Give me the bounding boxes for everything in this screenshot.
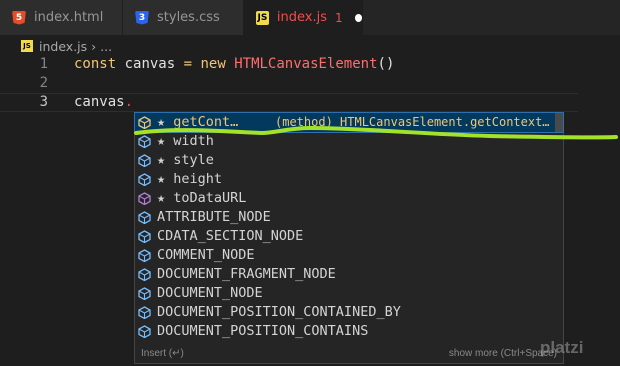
js-icon: JS: [256, 10, 269, 25]
suggestion-item[interactable]: DOCUMENT_POSITION_CONTAINS: [135, 322, 563, 341]
line-number: 1: [39, 56, 48, 72]
suggestion-label: CDATA_SECTION_NODE: [157, 228, 304, 244]
insert-hint: Insert (↵): [141, 348, 184, 359]
field-symbol-icon: [138, 268, 151, 282]
suggestion-item[interactable]: ★ style: [135, 151, 563, 170]
line-source: const canvas = new HTMLCanvasElement(): [74, 56, 395, 72]
suggestion-list: ★ getCont… (method) HTMLCanvasElement.get…: [134, 112, 564, 341]
field-symbol-icon: [138, 306, 151, 320]
tab-label: index.html: [34, 10, 104, 25]
code-line: 1 const canvas = new HTMLCanvasElement(): [0, 55, 620, 74]
suggestion-label: ATTRIBUTE_NODE: [157, 209, 271, 225]
html5-icon: 5: [12, 10, 26, 25]
tab-label: styles.css: [157, 10, 220, 25]
tab-bar: 5 index.html 3 styles.css JS index.js 1: [0, 0, 620, 35]
field-symbol-icon: [138, 211, 151, 225]
method-symbol-icon: [138, 192, 151, 206]
suggestion-item[interactable]: ★ width: [135, 132, 563, 151]
suggestion-detail: (method) HTMLCanvasElement.getContext…: [275, 115, 550, 129]
suggestion-item[interactable]: ★ height: [135, 170, 563, 189]
js-icon: JS: [21, 40, 33, 52]
suggestion-label: DOCUMENT_NODE: [157, 285, 263, 301]
tab-styles-css[interactable]: 3 styles.css: [123, 0, 244, 35]
method-symbol-icon: [138, 116, 151, 130]
code-line: 2: [0, 74, 620, 93]
suggestion-widget: ★ getCont… (method) HTMLCanvasElement.get…: [134, 112, 564, 364]
suggestion-item[interactable]: ATTRIBUTE_NODE: [135, 208, 563, 227]
field-symbol-icon: [138, 287, 151, 301]
suggestion-label: ★ toDataURL: [157, 190, 247, 206]
tab-index-js[interactable]: JS index.js 1: [244, 0, 363, 35]
suggestion-label: ★ style: [157, 152, 214, 168]
field-symbol-icon: [138, 230, 151, 244]
tab-label: index.js: [276, 10, 327, 25]
suggestion-label: DOCUMENT_POSITION_CONTAINS: [157, 323, 369, 339]
suggestion-footer: Insert (↵) show more (Ctrl+Space): [141, 348, 557, 359]
breadcrumb-symbol[interactable]: ...: [100, 39, 112, 54]
suggestion-item[interactable]: DOCUMENT_POSITION_CONTAINED_BY: [135, 303, 563, 322]
css3-icon: 3: [135, 10, 149, 25]
line-source: canvas.: [74, 94, 134, 110]
suggestion-item[interactable]: COMMENT_NODE: [135, 246, 563, 265]
line-number: 3: [39, 94, 48, 110]
problem-count-badge: 1: [334, 10, 343, 25]
suggestion-label: ★ height: [157, 171, 223, 187]
suggestion-label: DOCUMENT_FRAGMENT_NODE: [157, 266, 336, 282]
breadcrumb-separator: ›: [91, 38, 97, 54]
field-symbol-icon: [138, 173, 151, 187]
suggestion-item[interactable]: DOCUMENT_NODE: [135, 284, 563, 303]
suggestion-label: COMMENT_NODE: [157, 247, 255, 263]
field-symbol-icon: [138, 154, 151, 168]
suggestion-label: ★ getCont…: [157, 114, 239, 130]
breadcrumb-file[interactable]: index.js: [39, 39, 87, 54]
platzi-watermark: platzi: [540, 338, 584, 357]
tab-index-html[interactable]: 5 index.html: [0, 0, 123, 35]
code-editor[interactable]: 1 const canvas = new HTMLCanvasElement()…: [0, 55, 620, 112]
suggestion-label: DOCUMENT_POSITION_CONTAINED_BY: [157, 304, 401, 320]
unsaved-dot-icon[interactable]: [354, 13, 362, 22]
suggestion-scrollbar[interactable]: [555, 113, 563, 132]
code-line-current: 3 canvas.: [0, 93, 620, 112]
suggestion-item[interactable]: ★ toDataURL: [135, 189, 563, 208]
line-number: 2: [39, 75, 48, 91]
suggestion-item[interactable]: ★ getCont… (method) HTMLCanvasElement.get…: [134, 112, 564, 133]
field-symbol-icon: [138, 325, 151, 339]
suggestion-item[interactable]: CDATA_SECTION_NODE: [135, 227, 563, 246]
field-symbol-icon: [138, 249, 151, 263]
field-symbol-icon: [138, 135, 151, 149]
breadcrumb: JS index.js › ...: [0, 35, 620, 57]
suggestion-item[interactable]: DOCUMENT_FRAGMENT_NODE: [135, 265, 563, 284]
suggestion-label: ★ width: [157, 133, 214, 149]
